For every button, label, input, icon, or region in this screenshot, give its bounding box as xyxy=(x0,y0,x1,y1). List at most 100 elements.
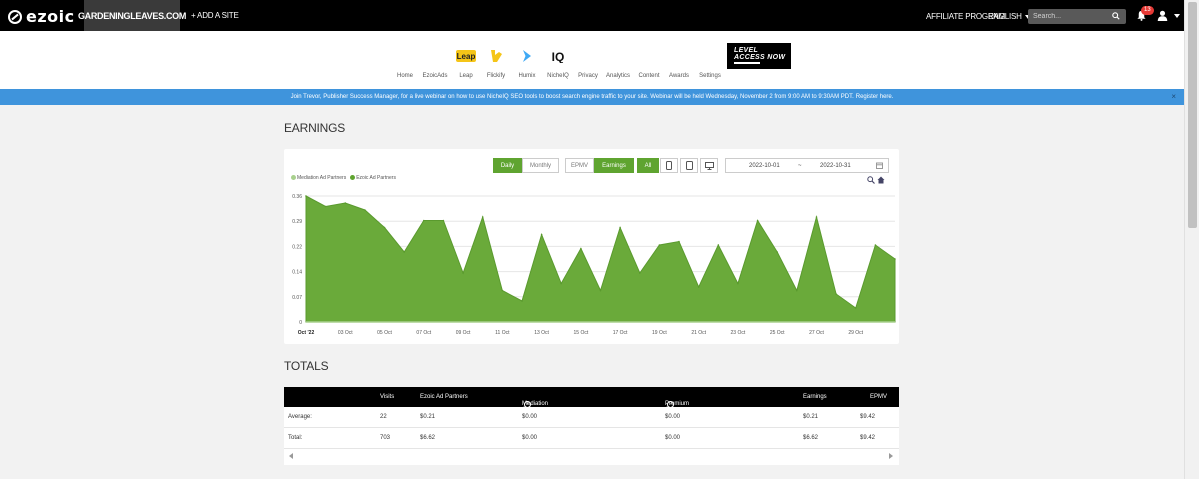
data-point-ezoic xyxy=(815,216,818,218)
data-point-ezoic xyxy=(854,307,857,309)
y-tick-label: 0.07 xyxy=(292,295,302,301)
x-tick-label: 23 Oct xyxy=(731,330,746,336)
register-link[interactable]: Register here. xyxy=(856,94,894,100)
data-point-ezoic xyxy=(756,219,759,222)
scroll-right-arrow-icon[interactable] xyxy=(889,453,893,459)
close-icon[interactable]: × xyxy=(1171,92,1176,101)
header-ezoic-ad-partners: Ezoic Ad Partners xyxy=(420,394,468,400)
svg-text:Leap: Leap xyxy=(457,52,476,61)
app-launcher-bar: Leap IQ Home EzoicAds Leap Flickify Humi… xyxy=(0,31,1184,89)
app-ezoicads[interactable] xyxy=(422,43,448,69)
add-site-link[interactable]: + ADD A SITE xyxy=(191,11,239,20)
y-tick-label: 0 xyxy=(299,320,302,326)
user-menu-chevron-icon[interactable] xyxy=(1174,14,1180,18)
data-point-ezoic xyxy=(423,219,425,222)
cell-epmv: $9.42 xyxy=(860,435,876,441)
data-point-ezoic xyxy=(344,202,347,204)
level-line2: ACCESS NOW xyxy=(734,54,786,61)
cell-visits: 22 xyxy=(380,414,387,420)
cell-earnings: $6.62 xyxy=(803,435,819,441)
x-tick-label: 29 Oct xyxy=(848,330,863,336)
cell-ezoic: $0.21 xyxy=(420,414,436,420)
cell-premium: $0.00 xyxy=(665,414,681,420)
data-point-ezoic xyxy=(599,289,602,292)
app-privacy[interactable] xyxy=(575,43,601,69)
level-access-now-button[interactable]: LEVEL ACCESS NOW xyxy=(727,43,791,69)
nicheiq-icon: IQ xyxy=(552,50,565,63)
app-leap[interactable]: Leap xyxy=(453,43,479,69)
ezoic-logo[interactable]: ezoic xyxy=(8,7,75,26)
shield-icon xyxy=(581,48,595,64)
app-flickify[interactable] xyxy=(483,43,509,69)
user-avatar-icon[interactable] xyxy=(1157,10,1168,21)
ezoicads-icon xyxy=(427,48,443,64)
site-selector[interactable]: GARDENINGLEAVES.COM xyxy=(78,0,186,31)
content-icon xyxy=(643,48,655,64)
app-content[interactable] xyxy=(636,43,662,69)
x-tick-label: 07 Oct xyxy=(416,330,431,336)
app-settings[interactable] xyxy=(697,43,723,69)
search-box xyxy=(1028,9,1126,24)
data-point-ezoic xyxy=(874,244,877,246)
app-humix[interactable] xyxy=(514,43,540,69)
vertical-scrollbar[interactable] xyxy=(1184,0,1199,479)
row-label: Total: xyxy=(288,435,303,441)
data-point-ezoic xyxy=(383,226,386,229)
y-tick-label: 0.29 xyxy=(292,219,302,225)
level-line1: LEVEL xyxy=(734,47,759,54)
header-epmv: EPMV xyxy=(870,394,888,400)
data-point-ezoic xyxy=(540,233,543,236)
cell-premium: $0.00 xyxy=(665,435,681,441)
x-tick-label: Oct '22 xyxy=(298,330,315,336)
x-tick-label: 09 Oct xyxy=(456,330,471,336)
scroll-left-arrow-icon[interactable] xyxy=(289,453,293,459)
search-input[interactable] xyxy=(1033,11,1111,22)
data-point-ezoic xyxy=(560,282,562,285)
data-point-ezoic xyxy=(894,258,896,260)
analytics-icon xyxy=(610,50,625,64)
earnings-chart-card: Daily Monthly EPMV Earnings All 2022-10-… xyxy=(284,149,899,344)
logo-text: ezoic xyxy=(26,7,75,26)
y-tick-label: 0.22 xyxy=(292,244,302,250)
x-tick-label: 25 Oct xyxy=(770,330,785,336)
data-point-ezoic xyxy=(324,205,327,208)
data-point-ezoic xyxy=(678,240,680,243)
flickify-icon xyxy=(491,50,502,62)
data-point-ezoic xyxy=(717,244,720,246)
data-point-ezoic xyxy=(521,300,523,302)
app-nicheiq[interactable]: IQ xyxy=(545,43,571,69)
table-horizontal-scrollbar[interactable] xyxy=(284,449,899,465)
data-point-ezoic xyxy=(796,289,798,292)
scrollbar-thumb[interactable] xyxy=(1188,2,1197,228)
gear-icon xyxy=(704,50,716,62)
language-label: ENGLISH xyxy=(988,12,1022,21)
x-tick-label: 27 Oct xyxy=(809,330,824,336)
app-awards[interactable] xyxy=(666,43,692,69)
app-analytics[interactable] xyxy=(605,43,631,69)
table-row-total: Total: 703 $6.62 $0.00 $0.00 $6.62 $9.42 xyxy=(284,428,899,449)
notification-count-badge: 13 xyxy=(1141,6,1154,15)
data-point-ezoic xyxy=(403,251,405,253)
cell-visits: 703 xyxy=(380,435,391,441)
data-point-ezoic xyxy=(305,195,307,197)
top-navigation-bar: ezoic GARDENINGLEAVES.COM + ADD A SITE A… xyxy=(0,0,1184,31)
table-header-row: Visits Ezoic Ad Partners Mediation Ad Pa… xyxy=(284,387,899,419)
x-tick-label: 13 Oct xyxy=(534,330,549,336)
data-point-ezoic xyxy=(501,289,504,292)
x-tick-label: 05 Oct xyxy=(377,330,392,336)
data-point-ezoic xyxy=(442,219,445,222)
data-point-ezoic xyxy=(619,226,621,229)
header-earnings: Earnings xyxy=(803,394,827,400)
header-visits: Visits xyxy=(380,394,395,400)
language-selector[interactable]: ENGLISH xyxy=(988,12,1031,21)
data-point-ezoic xyxy=(835,293,837,295)
x-tick-label: 19 Oct xyxy=(652,330,667,336)
data-point-ezoic xyxy=(481,216,484,218)
earnings-title: EARNINGS xyxy=(284,121,346,135)
app-label-settings: Settings xyxy=(699,73,721,79)
app-home[interactable] xyxy=(392,43,418,69)
x-tick-label: 03 Oct xyxy=(338,330,353,336)
search-icon[interactable] xyxy=(1112,12,1120,20)
data-point-ezoic xyxy=(364,209,366,211)
home-icon xyxy=(398,50,412,62)
